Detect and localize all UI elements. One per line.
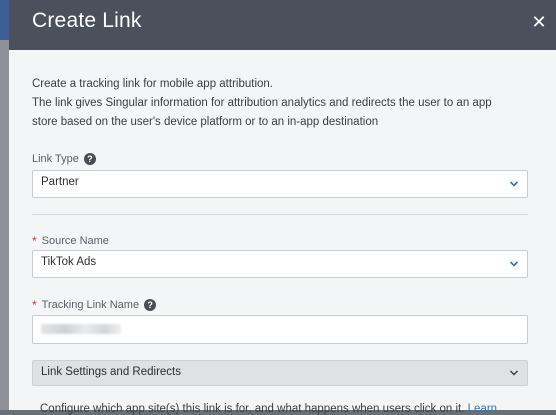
link-type-select[interactable]: Partner <box>32 170 528 198</box>
required-marker: * <box>32 234 37 248</box>
required-marker: * <box>32 298 37 312</box>
tracking-link-name-input[interactable] <box>32 315 528 344</box>
create-link-dialog: Create Link ✕ Create a tracking link for… <box>9 0 556 415</box>
redacted-value <box>41 324 121 334</box>
backdrop <box>0 0 9 410</box>
dialog-header: Create Link ✕ <box>9 0 556 50</box>
description-line-2: The link gives Singular information for … <box>32 97 492 109</box>
learn-more-link[interactable]: Learn <box>468 403 497 415</box>
link-type-label: Link Type ? <box>32 153 96 165</box>
link-settings-title: Link Settings and Redirects <box>41 366 181 378</box>
chevron-down-icon <box>509 261 519 267</box>
dialog-body: Create a tracking link for mobile app at… <box>9 50 556 410</box>
source-name-value: TikTok Ads <box>41 256 97 268</box>
description-line-3: store based on the user's device platfor… <box>32 116 379 128</box>
link-settings-section-toggle[interactable]: Link Settings and Redirects <box>32 360 528 386</box>
link-type-label-text: Link Type <box>32 153 79 165</box>
chevron-down-icon <box>509 181 519 187</box>
link-type-value: Partner <box>41 176 79 188</box>
source-name-label: * Source Name <box>32 234 109 248</box>
question-circle-icon[interactable]: ? <box>144 299 157 311</box>
link-settings-description-text: Configure which app site(s) this link is… <box>40 403 465 415</box>
dialog-title: Create Link <box>32 9 142 32</box>
backdrop-strip <box>0 0 9 40</box>
description-line-1: Create a tracking link for mobile app at… <box>32 78 273 90</box>
source-name-select[interactable]: TikTok Ads <box>32 250 528 278</box>
link-settings-description: Configure which app site(s) this link is… <box>40 403 497 415</box>
chevron-down-icon <box>510 370 518 376</box>
source-name-label-text: Source Name <box>41 235 109 247</box>
section-divider <box>32 214 528 215</box>
tracking-link-name-label: * Tracking Link Name ? <box>32 298 157 312</box>
tracking-link-name-label-text: Tracking Link Name <box>41 299 140 311</box>
question-circle-icon[interactable]: ? <box>83 153 96 165</box>
close-icon[interactable]: ✕ <box>528 12 550 34</box>
